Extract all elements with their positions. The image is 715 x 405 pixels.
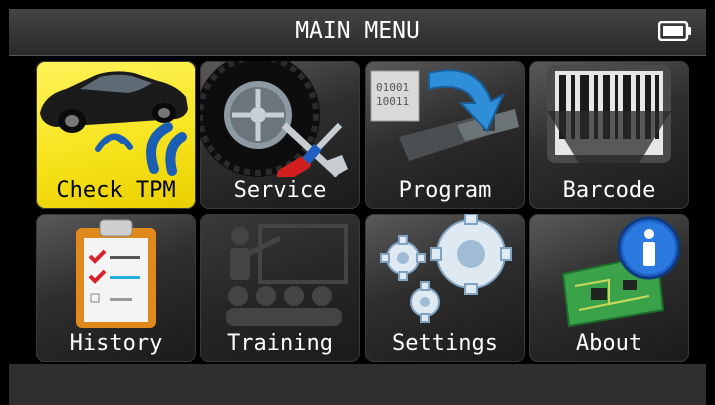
menu-item-service[interactable]: Service [200, 61, 360, 209]
menu-item-settings[interactable]: Settings [365, 214, 525, 362]
menu-item-label: Settings [392, 331, 498, 356]
menu-item-history[interactable]: History [36, 214, 196, 362]
menu-item-label: Program [398, 178, 492, 203]
barcode-scanner-icon [547, 65, 671, 163]
sensor-program-icon: 01001 10011 [370, 69, 519, 161]
title-bar: MAIN MENU [9, 9, 706, 56]
gears-icon [380, 214, 512, 323]
menu-item-about[interactable]: About [529, 214, 689, 362]
bottom-bar [9, 364, 706, 405]
classroom-icon [226, 224, 348, 326]
menu-item-label: Training [227, 331, 333, 356]
device-screen: MAIN MENU Check TPM Service 01001 10011 … [0, 0, 715, 405]
info-board-icon [561, 216, 681, 328]
menu-item-label: Service [233, 178, 327, 203]
svg-text:01001: 01001 [376, 81, 409, 94]
menu-item-label: Check TPM [56, 178, 176, 203]
menu-item-check-tpm[interactable]: Check TPM [36, 61, 196, 209]
svg-text:10011: 10011 [376, 95, 409, 108]
car-sensor-icon [40, 71, 188, 176]
menu-item-program[interactable]: 01001 10011 Program [365, 61, 525, 209]
battery-icon [658, 21, 691, 41]
menu-item-training[interactable]: Training [200, 214, 360, 362]
menu-item-barcode[interactable]: Barcode [529, 61, 689, 209]
tire-tools-icon [200, 61, 348, 177]
clipboard-checklist-icon [76, 219, 156, 328]
menu-item-label: About [575, 331, 643, 356]
menu-item-label: Barcode [562, 178, 656, 203]
page-title: MAIN MENU [295, 18, 420, 44]
menu-item-label: History [69, 331, 163, 356]
